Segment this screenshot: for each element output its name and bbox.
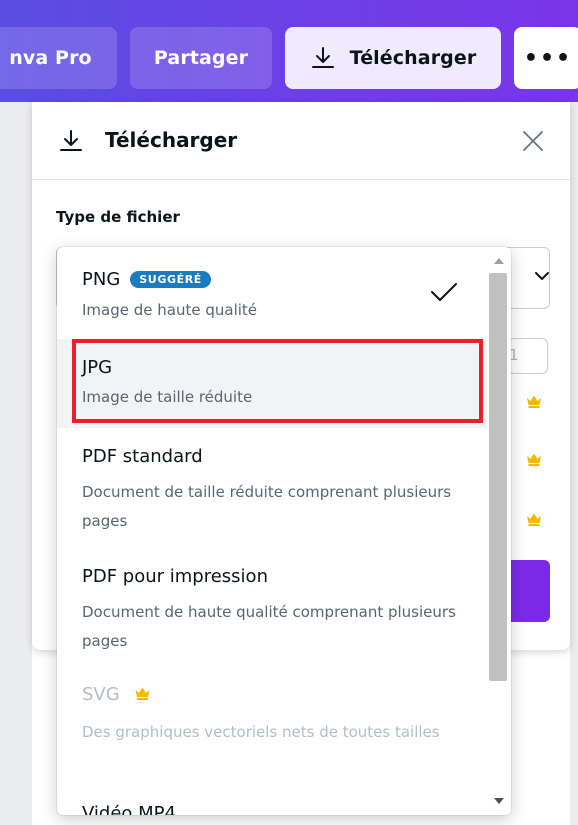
- more-options-icon: •••: [523, 45, 573, 71]
- file-type-option-pdf-standard[interactable]: PDF standard Document de taille réduite …: [57, 428, 487, 548]
- scrollbar-thumb[interactable]: [489, 273, 507, 681]
- file-type-option-svg[interactable]: SVG Des graphiques vectoriels nets de to…: [57, 668, 487, 788]
- option-description: Document de haute qualité comprenant plu…: [82, 603, 456, 650]
- file-type-option-pdf-print[interactable]: PDF pour impression Document de haute qu…: [57, 548, 487, 668]
- top-bar: nva Pro Partager Télécharger •••: [0, 0, 578, 102]
- close-icon[interactable]: [520, 128, 546, 154]
- crown-icon: [527, 453, 541, 466]
- option-title-text: SVG: [82, 684, 120, 705]
- scroll-up-arrow-icon[interactable]: [493, 257, 505, 265]
- option-description: Image de haute qualité: [82, 301, 258, 319]
- file-type-dropdown: PNG SUGGÉRÉ Image de haute qualité JPG Im…: [57, 247, 511, 815]
- file-type-option-png[interactable]: PNG SUGGÉRÉ Image de haute qualité: [57, 247, 487, 339]
- option-description: Document de taille réduite comprenant pl…: [82, 483, 452, 530]
- option-title-text: PNG: [82, 269, 121, 290]
- share-button[interactable]: Partager: [130, 27, 272, 89]
- suggested-badge: SUGGÉRÉ: [130, 271, 211, 288]
- file-type-label: Type de fichier: [56, 208, 180, 226]
- option-title: PNG SUGGÉRÉ: [82, 269, 211, 290]
- option-description: Des graphiques vectoriels nets de toutes…: [82, 723, 440, 741]
- download-icon: [311, 47, 334, 68]
- download-label: Télécharger: [349, 47, 477, 69]
- chevron-down-icon: [535, 272, 549, 280]
- panel-title: Télécharger: [105, 128, 238, 152]
- crown-icon: [527, 513, 541, 526]
- scroll-down-arrow-icon[interactable]: [493, 797, 505, 805]
- download-button[interactable]: Télécharger: [285, 27, 501, 89]
- canva-pro-button[interactable]: nva Pro: [0, 27, 117, 89]
- panel-header: Télécharger: [32, 102, 570, 180]
- page-background-left: [0, 102, 32, 825]
- page-background-right: [570, 102, 578, 825]
- option-title: SVG: [82, 684, 151, 705]
- crown-icon: [527, 395, 541, 408]
- more-options-button[interactable]: •••: [514, 27, 578, 89]
- file-type-option-mp4[interactable]: Vidéo MP4: [57, 788, 487, 815]
- option-title: PDF pour impression: [82, 566, 268, 587]
- check-icon: [431, 283, 457, 301]
- crown-icon: [135, 687, 150, 700]
- option-title: PDF standard: [82, 446, 203, 467]
- download-icon: [60, 130, 82, 151]
- option-title: Vidéo MP4: [82, 803, 176, 815]
- share-label: Partager: [153, 47, 249, 69]
- canva-pro-label: nva Pro: [9, 47, 92, 69]
- highlight-box: [72, 339, 483, 423]
